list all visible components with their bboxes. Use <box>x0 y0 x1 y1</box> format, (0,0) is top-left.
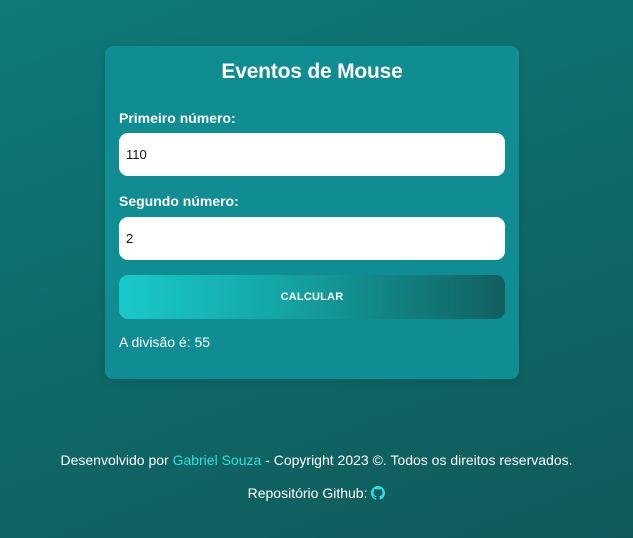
repository-line: Repositório Github: <box>0 485 633 501</box>
github-link[interactable] <box>371 485 386 501</box>
first-number-label: Primeiro número: <box>119 110 236 126</box>
footer-suffix: - Copyright 2023 ©. Todos os direitos re… <box>261 452 573 468</box>
footer-prefix: Desenvolvido por <box>60 452 173 468</box>
calculator-card: Eventos de Mouse Primeiro número: Segund… <box>105 46 519 379</box>
calculate-button[interactable]: CALCULAR <box>119 275 505 319</box>
page-title: Eventos de Mouse <box>221 60 403 83</box>
footer-credits: Desenvolvido por Gabriel Souza - Copyrig… <box>0 452 633 468</box>
division-result: A divisão é: 55 <box>119 334 211 350</box>
repository-label: Repositório Github: <box>247 485 368 501</box>
second-number-input[interactable] <box>119 217 505 260</box>
github-icon <box>371 486 386 500</box>
first-number-input[interactable] <box>119 133 505 176</box>
author-link[interactable]: Gabriel Souza <box>173 452 262 468</box>
second-number-label: Segundo número: <box>119 193 239 209</box>
